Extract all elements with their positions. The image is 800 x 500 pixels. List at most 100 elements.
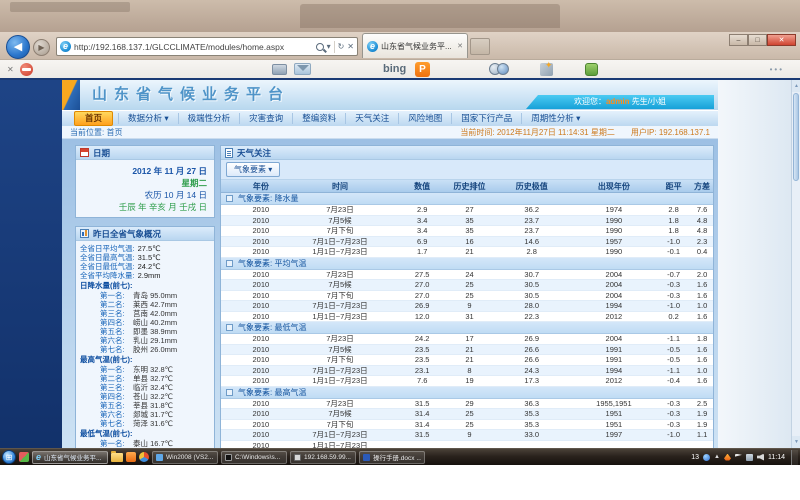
cell-year: 2010	[239, 301, 283, 310]
rank-row[interactable]: 第三名: 临沂 32.4℃	[80, 383, 211, 392]
rank-row[interactable]: 第一名: 青岛 95.0mm	[80, 291, 211, 300]
network-icon[interactable]	[746, 454, 753, 461]
rank-row[interactable]: 第五名: 即墨 38.9mm	[80, 327, 211, 336]
nav-item[interactable]: 整编资料	[292, 113, 345, 124]
table-row[interactable]: 2010 1月1日~7月23日	[221, 441, 713, 449]
rank-value: 泰山 16.7℃	[133, 439, 173, 448]
checkbox-icon[interactable]	[226, 389, 233, 396]
nav-item[interactable]: 数据分析 ▾	[118, 113, 178, 124]
rank-row[interactable]: 第一名: 泰山 16.7℃	[80, 439, 211, 448]
cell-extreme: 17.3	[492, 376, 572, 385]
new-tab-button[interactable]	[470, 38, 490, 55]
table-toolbar: 气象要素 ▾	[221, 160, 713, 180]
media-player-icon[interactable]	[139, 452, 149, 462]
taskbar-window-button[interactable]: 192.168.59.99...	[290, 451, 356, 464]
mail-icon[interactable]	[294, 63, 311, 75]
close-button[interactable]: ✕	[767, 34, 796, 46]
table-row[interactable]: 2010 1月1日~7月23日 1.7 21 2.8 1990 -0.1	[221, 247, 713, 258]
refresh-icon[interactable]: ↻	[338, 42, 345, 51]
date-panel: 日期 2012 年 11 月 27 日 星期二 农历 10 月 14 日 壬辰 …	[75, 145, 215, 218]
nav-item[interactable]: 灾害查询	[239, 113, 292, 124]
element-dropdown-button[interactable]: 气象要素 ▾	[226, 162, 280, 177]
checkbox-icon[interactable]	[226, 324, 233, 331]
rank-row[interactable]: 第四名: 苍山 32.2℃	[80, 392, 211, 401]
table-row[interactable]: 2010 1月1日~7月23日 12.0 31 22.3 2012 0.2	[221, 312, 713, 323]
checkbox-icon[interactable]	[226, 260, 233, 267]
url-text[interactable]: http://192.168.137.1/GLCCLIMATE/modules/…	[74, 42, 313, 52]
rank-row[interactable]: 第五名: 莘县 31.8℃	[80, 401, 211, 410]
card-icon[interactable]	[272, 64, 287, 75]
start-button[interactable]: ⊞	[2, 450, 16, 464]
nav-item[interactable]: 国家下行产品	[451, 113, 521, 124]
rank-row[interactable]: 第二名: 单县 32.7℃	[80, 374, 211, 383]
rank-label: 第六名:	[100, 410, 133, 419]
section-header-row[interactable]: 气象要素: 最高气温	[221, 387, 713, 399]
rank-row[interactable]: 第六名: 乳山 29.1mm	[80, 336, 211, 345]
plugin-icon[interactable]	[585, 63, 598, 76]
browser-tab[interactable]: e 山东省气候业务平... ✕	[362, 33, 468, 58]
rank-value: 菏泽 31.6℃	[133, 419, 173, 428]
tray-app-icon[interactable]	[703, 454, 710, 461]
back-button[interactable]: ◀	[6, 35, 30, 59]
table-section: 气象要素: 最低气温 2010 7月23日	[221, 322, 713, 387]
chevron-down-icon[interactable]: ▾	[327, 42, 331, 51]
table-row[interactable]: 2010 1月1日~7月23日 7.6 19 17.3 2012 -0.4	[221, 376, 713, 387]
rank-row[interactable]: 第七名: 菏泽 31.6℃	[80, 419, 211, 428]
flame-icon[interactable]	[724, 454, 731, 461]
rank-row[interactable]: 第一名: 东明 32.8℃	[80, 365, 211, 374]
nav-item[interactable]: 周期性分析 ▾	[521, 113, 589, 124]
maximize-button[interactable]: □	[748, 34, 767, 46]
cell-rank: 21	[447, 247, 492, 256]
nav-item[interactable]: 天气关注	[345, 113, 398, 124]
taskbar-window-button[interactable]: 操行手册.docx ...	[359, 451, 425, 464]
section-label: 气象要素: 最低气温	[238, 322, 306, 333]
nav-item[interactable]: 极端性分析	[178, 113, 240, 124]
cell-year: 2010	[239, 409, 283, 418]
vertical-scrollbar[interactable]: ▲ ▼	[791, 80, 800, 448]
section-header-row[interactable]: 气象要素: 降水量	[221, 193, 713, 205]
tab-close-icon[interactable]: ✕	[457, 42, 463, 50]
section-header-row[interactable]: 气象要素: 平均气温	[221, 258, 713, 270]
taskbar-ie-button[interactable]: e 山东省气候业务平...	[32, 451, 108, 464]
explorer-folder-icon[interactable]	[111, 453, 123, 462]
rank-row[interactable]: 第二名: 莱西 42.7mm	[80, 300, 211, 309]
cell-time: 7月1日~7月23日	[283, 429, 398, 440]
background-window	[300, 4, 560, 28]
rank-row[interactable]: 第六名: 郯城 31.7℃	[80, 410, 211, 419]
show-desktop-button[interactable]	[791, 450, 798, 465]
sparkle-icon[interactable]	[540, 63, 553, 76]
rank-row[interactable]: 第七名: 胶州 26.0mm	[80, 345, 211, 354]
taskbar-window-button[interactable]: C:\Windows\s...	[221, 451, 287, 464]
action-center-flag-icon[interactable]	[735, 454, 742, 461]
more-options-icon[interactable]: •••	[770, 65, 784, 74]
taskbar-window-button[interactable]: Win2008 (VS2...	[152, 451, 218, 464]
orange-p-badge-icon[interactable]: P	[415, 62, 430, 77]
toolbar-close-icon[interactable]: ✕	[7, 65, 14, 74]
tab-title[interactable]: 山东省气候业务平...	[381, 41, 454, 52]
clock[interactable]: 11:14	[768, 454, 785, 461]
scroll-up-icon[interactable]: ▲	[792, 80, 800, 92]
gadget-icon[interactable]	[19, 452, 29, 462]
cell-value: 1.7	[397, 247, 447, 256]
blocker-icon[interactable]	[20, 63, 33, 76]
forward-button[interactable]: ▶	[33, 39, 50, 56]
cell-year: 2010	[239, 226, 283, 235]
pinned-app-icon[interactable]	[126, 452, 136, 462]
speaker-icon[interactable]	[757, 454, 764, 461]
hidden-icons-caret[interactable]: ▲	[714, 454, 720, 460]
nav-item[interactable]: 风险地图	[398, 113, 451, 124]
checkbox-icon[interactable]	[226, 195, 233, 202]
welcome-username: admin	[606, 97, 630, 106]
minimize-button[interactable]: –	[729, 34, 748, 46]
stop-icon[interactable]: ✕	[347, 42, 354, 51]
section-header-row[interactable]: 气象要素: 最低气温	[221, 322, 713, 334]
nav-item[interactable]: 首页	[74, 111, 113, 126]
bing-logo[interactable]: bing	[383, 63, 406, 75]
search-icon[interactable]	[316, 43, 324, 51]
rank-row[interactable]: 第四名: 崂山 40.2mm	[80, 318, 211, 327]
coins-icon[interactable]	[489, 63, 509, 76]
rank-row[interactable]: 第三名: 莒南 42.0mm	[80, 309, 211, 318]
scrollbar-thumb[interactable]	[793, 93, 799, 181]
address-bar[interactable]: e http://192.168.137.1/GLCCLIMATE/module…	[56, 37, 358, 56]
scroll-down-icon[interactable]: ▼	[792, 436, 800, 448]
